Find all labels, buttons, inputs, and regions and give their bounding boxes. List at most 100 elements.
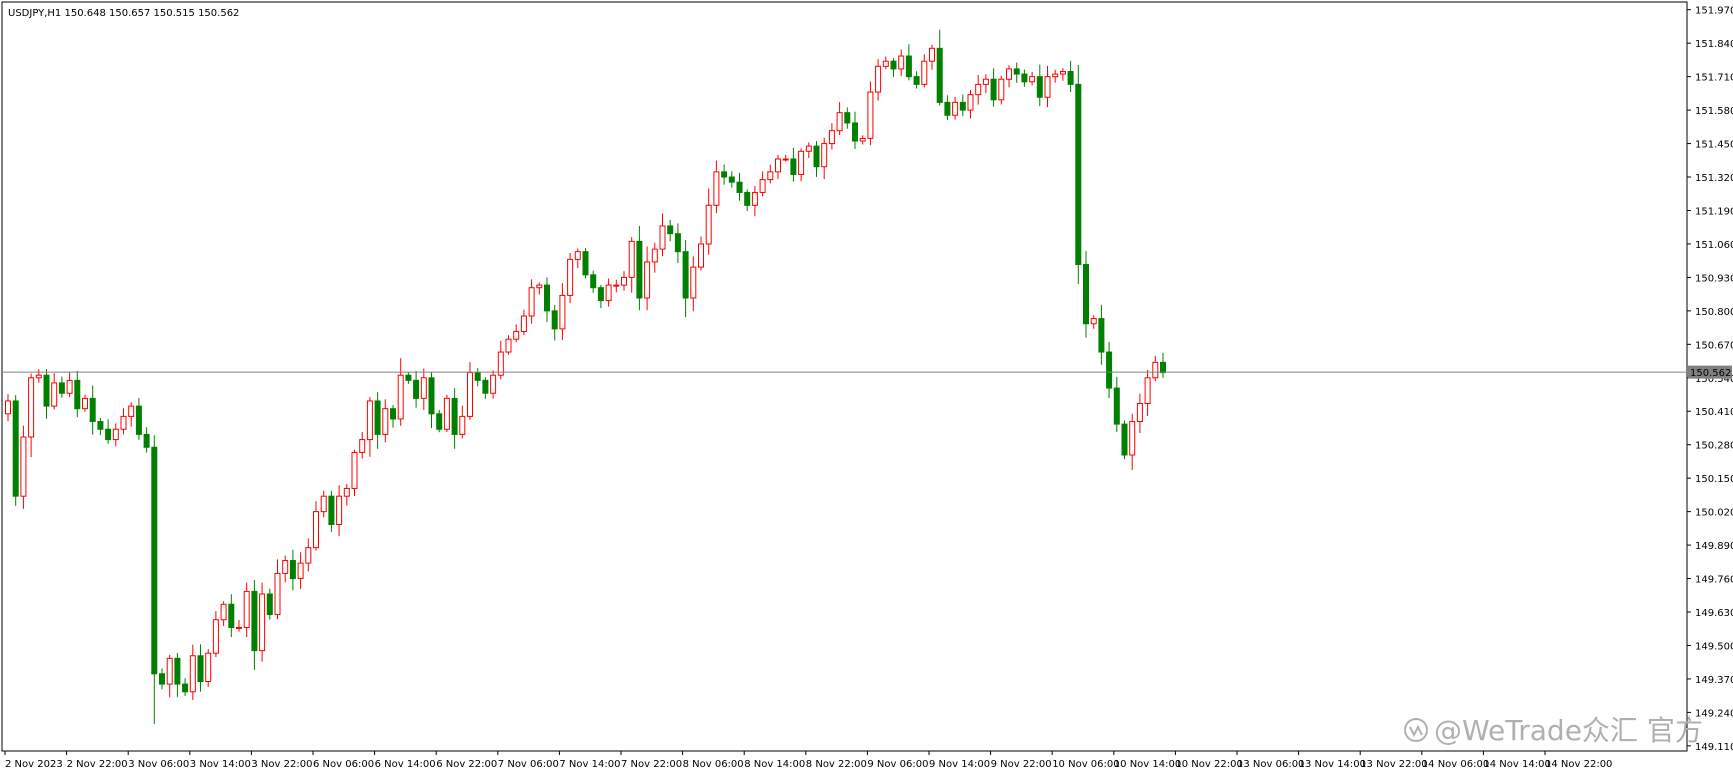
- candle: [567, 253, 574, 304]
- candle-body: [952, 101, 959, 116]
- candle-body: [467, 372, 473, 417]
- candle-body: [520, 315, 527, 332]
- y-tick-label: 151.320: [1695, 173, 1733, 184]
- candle-body: [882, 60, 889, 67]
- candle-body: [559, 294, 566, 330]
- y-tick-label: 150.280: [1695, 441, 1733, 452]
- candle-body: [1052, 73, 1059, 78]
- price-tag-label: 150.562: [1690, 368, 1731, 379]
- candle-body: [628, 240, 635, 278]
- candle-body: [1106, 351, 1113, 389]
- candle-body: [413, 379, 420, 399]
- x-tick-label: 14 Nov 22:00: [1545, 759, 1612, 770]
- y-tick-label: 151.710: [1695, 73, 1733, 84]
- y-tick-label: 150.410: [1695, 407, 1733, 418]
- candle-body: [790, 158, 797, 175]
- candle-body: [1036, 76, 1043, 98]
- candle-body: [5, 400, 11, 415]
- candle-body: [744, 191, 751, 206]
- candle-body: [751, 191, 758, 206]
- candle-body: [736, 181, 743, 193]
- candle: [20, 425, 27, 509]
- candle-body: [505, 338, 512, 353]
- y-tick-label: 151.060: [1695, 240, 1733, 251]
- x-tick-label: 3 Nov 06:00: [128, 759, 189, 770]
- candle-body: [828, 130, 835, 145]
- candle-body: [274, 572, 281, 616]
- candle-body: [613, 284, 620, 287]
- candle-body: [197, 655, 204, 683]
- candle-body: [898, 55, 905, 70]
- x-tick-label: 7 Nov 06:00: [498, 759, 559, 770]
- candle-body: [35, 374, 42, 379]
- x-tick-label: 6 Nov 06:00: [313, 759, 374, 770]
- watermark: @WeTrade众汇 官方: [1404, 714, 1703, 747]
- candle-body: [151, 446, 158, 675]
- candle-body: [112, 428, 119, 441]
- candle-body: [420, 377, 427, 399]
- y-tick-label: 151.840: [1695, 39, 1733, 50]
- candle-body: [313, 511, 319, 549]
- candle-body: [690, 266, 697, 299]
- y-tick-label: 150.020: [1695, 508, 1733, 519]
- candle-body: [251, 590, 258, 652]
- candle-body: [482, 379, 489, 394]
- candle: [582, 248, 589, 279]
- candlestick-chart[interactable]: 151.970 151.840 151.710 151.580 151.450 151.3…: [0, 0, 1733, 777]
- candle-body: [397, 374, 404, 420]
- candle-body: [1160, 361, 1166, 374]
- watermark-text: @WeTrade众汇 官方: [1434, 714, 1703, 747]
- y-tick-label: 149.630: [1695, 608, 1733, 619]
- candle-body: [836, 112, 843, 132]
- x-tick-label: 3 Nov 14:00: [190, 759, 251, 770]
- candle-body: [374, 400, 381, 435]
- candle-body: [921, 60, 928, 85]
- candle-body: [351, 451, 358, 489]
- y-tick-label: 150.800: [1695, 307, 1733, 318]
- x-tick-label: 13 Nov 14:00: [1299, 759, 1366, 770]
- x-tick-label: 10 Nov 14:00: [1114, 759, 1181, 770]
- candle-body: [798, 150, 805, 175]
- y-tick-label: 150.150: [1695, 474, 1733, 485]
- candle-body: [97, 421, 104, 430]
- price-axis: 151.970 151.840 151.710 151.580 151.450 151.3…: [1687, 6, 1733, 753]
- candle-body: [1083, 264, 1089, 325]
- candle-body: [982, 78, 989, 85]
- candle-body: [166, 657, 173, 685]
- x-tick-label: 9 Nov 06:00: [867, 759, 928, 770]
- y-tick-label: 151.450: [1695, 140, 1733, 151]
- candle-body: [159, 673, 165, 685]
- candle-body: [667, 225, 674, 235]
- candle-body: [405, 374, 412, 381]
- candle-body: [644, 261, 651, 299]
- candle-body: [1013, 68, 1020, 75]
- candle-body: [528, 287, 535, 317]
- candle-body: [567, 258, 574, 296]
- candle-body: [451, 397, 458, 435]
- candle-body: [705, 204, 712, 245]
- candle-body: [212, 619, 219, 654]
- x-tick-label: 6 Nov 14:00: [375, 759, 436, 770]
- candle-body: [929, 47, 935, 62]
- candle-body: [905, 55, 912, 78]
- y-tick-label: 149.500: [1695, 641, 1733, 652]
- chart-window[interactable]: 151.970 151.840 151.710 151.580 151.450 151.3…: [0, 0, 1733, 777]
- candle-body: [1059, 70, 1066, 75]
- candle-body: [844, 112, 851, 124]
- candle-body: [20, 436, 27, 497]
- candle-body: [767, 171, 774, 181]
- x-tick-label: 13 Nov 22:00: [1360, 759, 1427, 770]
- candle-body: [28, 377, 35, 438]
- candle-body: [728, 176, 735, 183]
- candle-body: [713, 171, 720, 206]
- candle-body: [775, 158, 781, 173]
- x-tick-label: 9 Nov 22:00: [991, 759, 1052, 770]
- candle-body: [621, 276, 627, 286]
- y-tick-label: 151.190: [1695, 206, 1733, 217]
- candle-body: [1136, 403, 1143, 423]
- candle-body: [597, 287, 604, 302]
- candle-body: [1090, 318, 1097, 325]
- candle-body: [574, 251, 581, 260]
- candle-body: [490, 374, 497, 394]
- candle: [12, 395, 19, 506]
